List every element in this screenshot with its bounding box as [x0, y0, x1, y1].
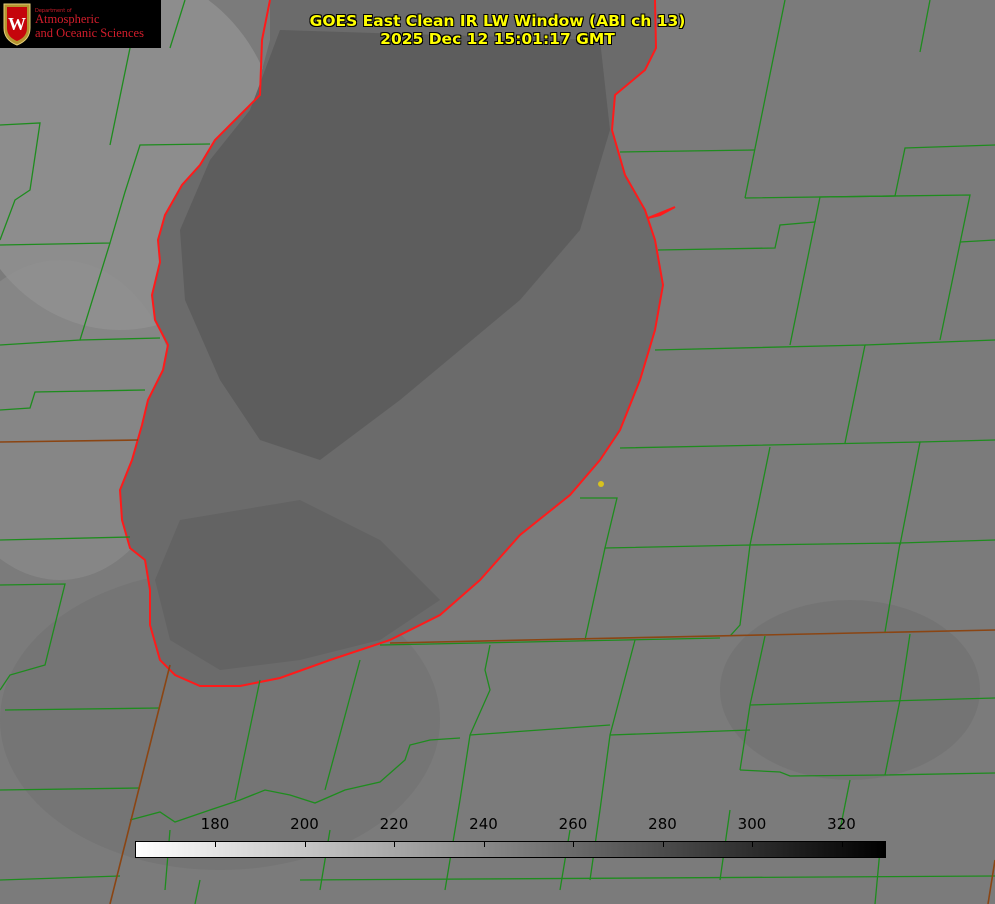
colorbar-tick-label: 300 [737, 815, 767, 833]
colorbar-tick-label: 240 [469, 815, 498, 833]
colorbar-tick-mark [752, 841, 753, 847]
cloud-east [720, 600, 980, 780]
colorbar-tick-mark [394, 841, 395, 847]
colorbar-gradient [135, 841, 886, 858]
colorbar-tick-label: 200 [290, 815, 319, 833]
colorbar-tick-mark [573, 841, 574, 847]
colorbar-tick-mark [304, 841, 306, 847]
colorbar-tick-label: 320 [827, 815, 856, 833]
title-timestamp: 2025 Dec 12 15:01:17 GMT [380, 30, 615, 48]
colorbar-tick-mark [662, 841, 664, 847]
colorbar-tick-label: 180 [200, 815, 230, 833]
colorbar-tick-label: 280 [648, 815, 677, 833]
colorbar-tick-label: 260 [558, 815, 588, 833]
colorbar-tick-mark [215, 841, 216, 847]
colorbar-tick-mark [483, 841, 485, 847]
image-title: GOES East Clean IR LW Window (ABI ch 13)… [0, 12, 995, 48]
colorbar-tick-mark [841, 841, 843, 847]
title-product: GOES East Clean IR LW Window (ABI ch 13) [309, 12, 686, 30]
colorbar-tick-label: 220 [379, 815, 409, 833]
point-marker [598, 481, 604, 487]
satellite-map[interactable] [0, 0, 995, 904]
